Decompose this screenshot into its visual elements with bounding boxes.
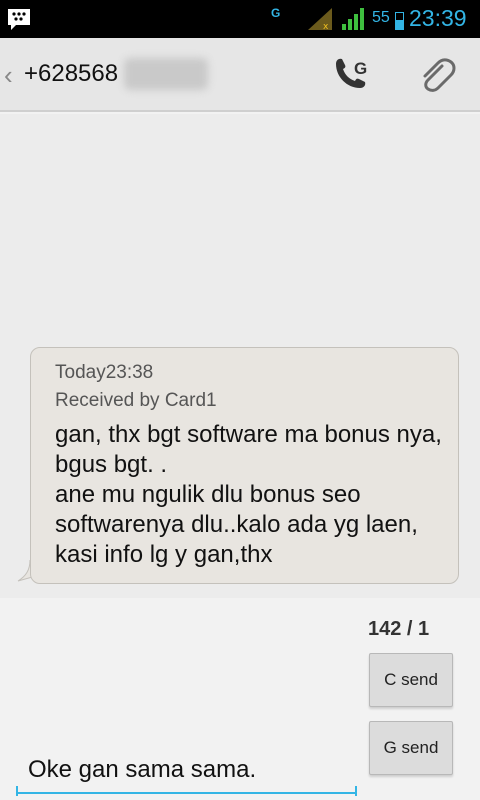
- send-card-c-button[interactable]: C send: [369, 653, 453, 707]
- phone-call-icon[interactable]: G: [330, 54, 376, 96]
- input-underline-right: [355, 786, 357, 796]
- message-body: gan, thx bgt software ma bonus nya, bgus…: [55, 421, 442, 568]
- chevron-left-icon[interactable]: ‹: [4, 60, 13, 91]
- call-badge-label: G: [354, 59, 367, 78]
- paperclip-icon[interactable]: [414, 54, 458, 98]
- received-message-bubble[interactable]: Today23:38 Received by Card1 gan, thx bg…: [30, 347, 459, 584]
- contact-number[interactable]: +628568: [24, 60, 118, 88]
- conversation-area: Today23:38 Received by Card1 gan, thx bg…: [0, 114, 480, 598]
- signal-strength-icon: [342, 8, 364, 30]
- redacted-number-blur: [124, 58, 208, 90]
- message-input[interactable]: [16, 748, 357, 794]
- network-type-label: G: [271, 6, 281, 20]
- message-received-by: Received by Card1: [55, 390, 217, 411]
- action-bar: ‹ +628568 G: [0, 38, 480, 112]
- status-clock: 23:39: [409, 5, 467, 31]
- status-bar: G x 55 23:39: [0, 0, 480, 38]
- svg-text:x: x: [323, 22, 329, 32]
- bbm-icon: [8, 9, 30, 30]
- input-underline-left: [16, 786, 18, 796]
- send-card-g-button[interactable]: G send: [369, 721, 453, 775]
- battery-percent: 55: [372, 9, 390, 26]
- character-counter: 142 / 1: [368, 618, 430, 640]
- compose-area: 142 / 1 C send G send: [0, 598, 480, 800]
- no-signal-icon: x: [308, 8, 332, 32]
- message-timestamp: Today23:38: [55, 362, 154, 383]
- battery-icon: [395, 12, 404, 30]
